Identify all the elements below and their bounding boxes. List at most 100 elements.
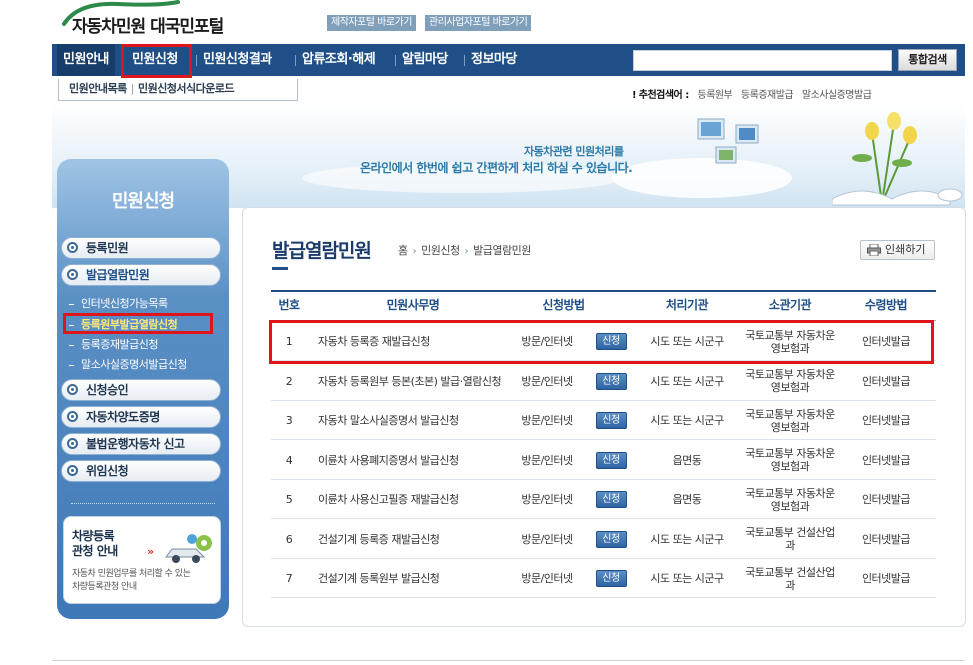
cell-method: 방문/인터넷 <box>521 414 573 427</box>
cell-recv: 인터넷발급 <box>861 493 911 506</box>
subnav-form-download[interactable]: 민원신청서식다운로드 <box>138 82 235 95</box>
sidebar-item-label: 신청승인 <box>86 383 129 397</box>
col-header-no: 번호 <box>278 298 300 312</box>
cell-name[interactable]: 건설기계 등록증 재발급신청 <box>318 520 508 559</box>
bullet-icon <box>67 384 78 395</box>
cell-recv: 인터넷발급 <box>861 414 911 427</box>
cell-dept: 국토교통부 건설산업과 <box>745 526 835 552</box>
sidebar-item-illegal-report[interactable]: 불법운행자동차 신고 <box>61 433 221 455</box>
cell-method: 방문/인터넷 <box>521 532 573 546</box>
sidebar-item-transfer-cert[interactable]: 자동차양도증명 <box>61 406 221 428</box>
registration-office-guide-banner[interactable]: 차량등록 관청 안내 » 자동차 민원업무를 처리할 수 있는 차량등록관청 안… <box>63 516 221 604</box>
cell-method: 방문/인터넷 <box>521 374 573 388</box>
nav-item-notice[interactable]: 알림마당 <box>402 44 448 76</box>
table-row: 2 자동차 등록원부 등본(초본) 발급·열람신청 방문/인터넷 신청 시도 또는 시군… <box>271 362 936 401</box>
site-logo[interactable]: 자동차민원 대국민포털 <box>58 0 248 40</box>
sub-nav: 민원안내목록 | 민원신청서식다운로드 <box>58 79 298 101</box>
cell-name[interactable]: 이륜차 사용폐지증명서 발급신청 <box>318 441 508 480</box>
cell-no: 4 <box>285 453 293 467</box>
cell-apply: 신청 <box>595 480 627 519</box>
apply-button[interactable]: 신청 <box>595 530 627 548</box>
apply-button[interactable]: 신청 <box>595 412 627 429</box>
cell-dept: 국토교통부 자동차운영보험과 <box>745 486 835 513</box>
col-header-name: 민원사무명 <box>386 298 440 312</box>
cell-name[interactable]: 이륜차 사용신고필증 재발급신청 <box>318 480 508 519</box>
cell-org: 읍면동 <box>672 453 702 467</box>
subnav-guide-list[interactable]: 민원안내목록 <box>69 82 127 95</box>
apply-button[interactable]: 신청 <box>595 451 627 469</box>
cell-dept: 국토교통부 건설산업과 <box>745 565 835 592</box>
guide-title-line2: 관청 안내 <box>72 544 118 558</box>
cell-org: 읍면동 <box>672 493 702 506</box>
sidebar-sub-deregister-cert[interactable]: 말소사실증명서발급신청 <box>69 356 187 372</box>
sidebar-item-label: 불법운행자동차 신고 <box>86 437 185 451</box>
screens-icon <box>697 118 759 164</box>
nav-item-info[interactable]: 정보마당 <box>471 44 517 76</box>
table-row: 3 자동차 말소사실증명서 발급신청 방문/인터넷 신청 시도 또는 시군구 국토교통부 … <box>271 401 936 440</box>
sidebar-sub-label: 인터넷신청가능목록 <box>81 297 168 310</box>
col-header-method: 신청방법 <box>542 298 585 312</box>
dash-icon <box>69 303 74 305</box>
cell-name[interactable]: 자동차 말소사실증명서 발급신청 <box>318 401 508 440</box>
guide-description: 자동차 민원업무를 처리할 수 있는 차량등록관청 안내 <box>72 568 191 594</box>
nav-item-guide[interactable]: 민원안내 <box>57 44 115 76</box>
table-top-border <box>271 290 936 292</box>
cell-name[interactable]: 건설기계 등록원부 발급신청 <box>318 559 508 598</box>
cell-apply: 신청 <box>595 401 627 440</box>
recommended-keywords: ! 추천검색어 : 등록원부 등록증재발급 말소사실증명발급 <box>632 86 872 101</box>
chevron-right-icon: › <box>464 246 469 257</box>
keyword-link[interactable]: 등록증재발급 <box>741 90 794 101</box>
search-input[interactable] <box>633 50 892 71</box>
cell-recv: 인터넷발급 <box>861 453 911 467</box>
table-row: 7 건설기계 등록원부 발급신청 방문/인터넷 신청 시도 또는 시군구 국토교통부 건설… <box>271 559 936 598</box>
cell-dept: 국토교통부 자동차운영보험과 <box>745 447 835 473</box>
nav-item-result[interactable]: 민원신청결과 <box>203 44 272 76</box>
flower-book-icon <box>832 112 963 206</box>
cell-org: 시도 또는 시군구 <box>650 572 724 585</box>
manager-portal-link[interactable]: 관리사업자포털 바로가기 <box>425 15 532 31</box>
sidebar-sub-internet-list[interactable]: 인터넷신청가능목록 <box>69 295 168 311</box>
apply-button[interactable]: 신청 <box>595 491 627 508</box>
sidebar-sub-label: 등록증재발급신청 <box>81 338 158 351</box>
keyword-link[interactable]: 말소사실증명발급 <box>802 90 872 101</box>
guide-desc-line1: 자동차 민원업무를 처리할 수 있는 <box>72 569 191 579</box>
apply-button[interactable]: 신청 <box>595 570 627 587</box>
cell-no: 7 <box>285 572 293 585</box>
sidebar-item-delegation[interactable]: 위임신청 <box>61 460 221 482</box>
table-row: 4 이륜차 사용폐지증명서 발급신청 방문/인터넷 신청 읍면동 국토교통부 자동차운영보… <box>271 441 936 480</box>
sidebar-sub-cert-reissue[interactable]: 등록증재발급신청 <box>69 336 158 352</box>
guide-title: 차량등록 관청 안내 <box>72 529 118 559</box>
cell-apply: 신청 <box>595 362 627 401</box>
banner-text-line2: 온라인에서 한번에 쉽고 간편하게 처리 하실 수 있습니다. <box>360 161 633 175</box>
highlight-box-sidebar <box>63 313 213 334</box>
cell-dept: 국토교통부 자동차운영보험과 <box>745 368 835 394</box>
cell-no: 2 <box>285 374 293 388</box>
bullet-icon <box>67 242 78 253</box>
apply-button[interactable]: 신청 <box>595 372 627 390</box>
sidebar-item-label: 발급열람민원 <box>86 268 150 282</box>
car-gear-icon <box>165 534 212 563</box>
title-underline <box>272 267 288 270</box>
breadcrumb-apply[interactable]: 민원신청 <box>421 244 460 257</box>
nav-item-seizure[interactable]: 압류조회·해제 <box>302 44 376 76</box>
breadcrumb-current: 발급열람민원 <box>473 244 531 257</box>
keyword-link[interactable]: 등록원부 <box>697 90 732 101</box>
search-button[interactable]: 통합검색 <box>898 49 957 71</box>
cell-recv: 인터넷발급 <box>861 374 911 388</box>
subnav-separator: | <box>130 82 135 95</box>
guide-title-line1: 차량등록 <box>72 529 115 543</box>
bullet-icon <box>67 269 78 280</box>
sidebar-item-approval[interactable]: 신청승인 <box>61 379 221 401</box>
cell-name[interactable]: 자동차 등록원부 등본(초본) 발급·열람신청 <box>318 362 508 401</box>
print-button[interactable]: 인쇄하기 <box>860 240 935 260</box>
maker-portal-link[interactable]: 제작자포털 바로가기 <box>327 15 416 31</box>
sidebar-item-issue-view[interactable]: 발급열람민원 <box>61 264 221 286</box>
bullet-icon <box>67 438 78 449</box>
nav-separator <box>395 55 396 66</box>
recommend-label: 추천검색어 : <box>638 90 689 101</box>
cell-no: 5 <box>285 493 293 506</box>
sidebar-item-registration[interactable]: 등록민원 <box>61 237 221 259</box>
breadcrumb-home[interactable]: 홈 <box>398 244 408 257</box>
bullet-icon <box>67 411 78 422</box>
cell-no: 3 <box>285 414 293 427</box>
